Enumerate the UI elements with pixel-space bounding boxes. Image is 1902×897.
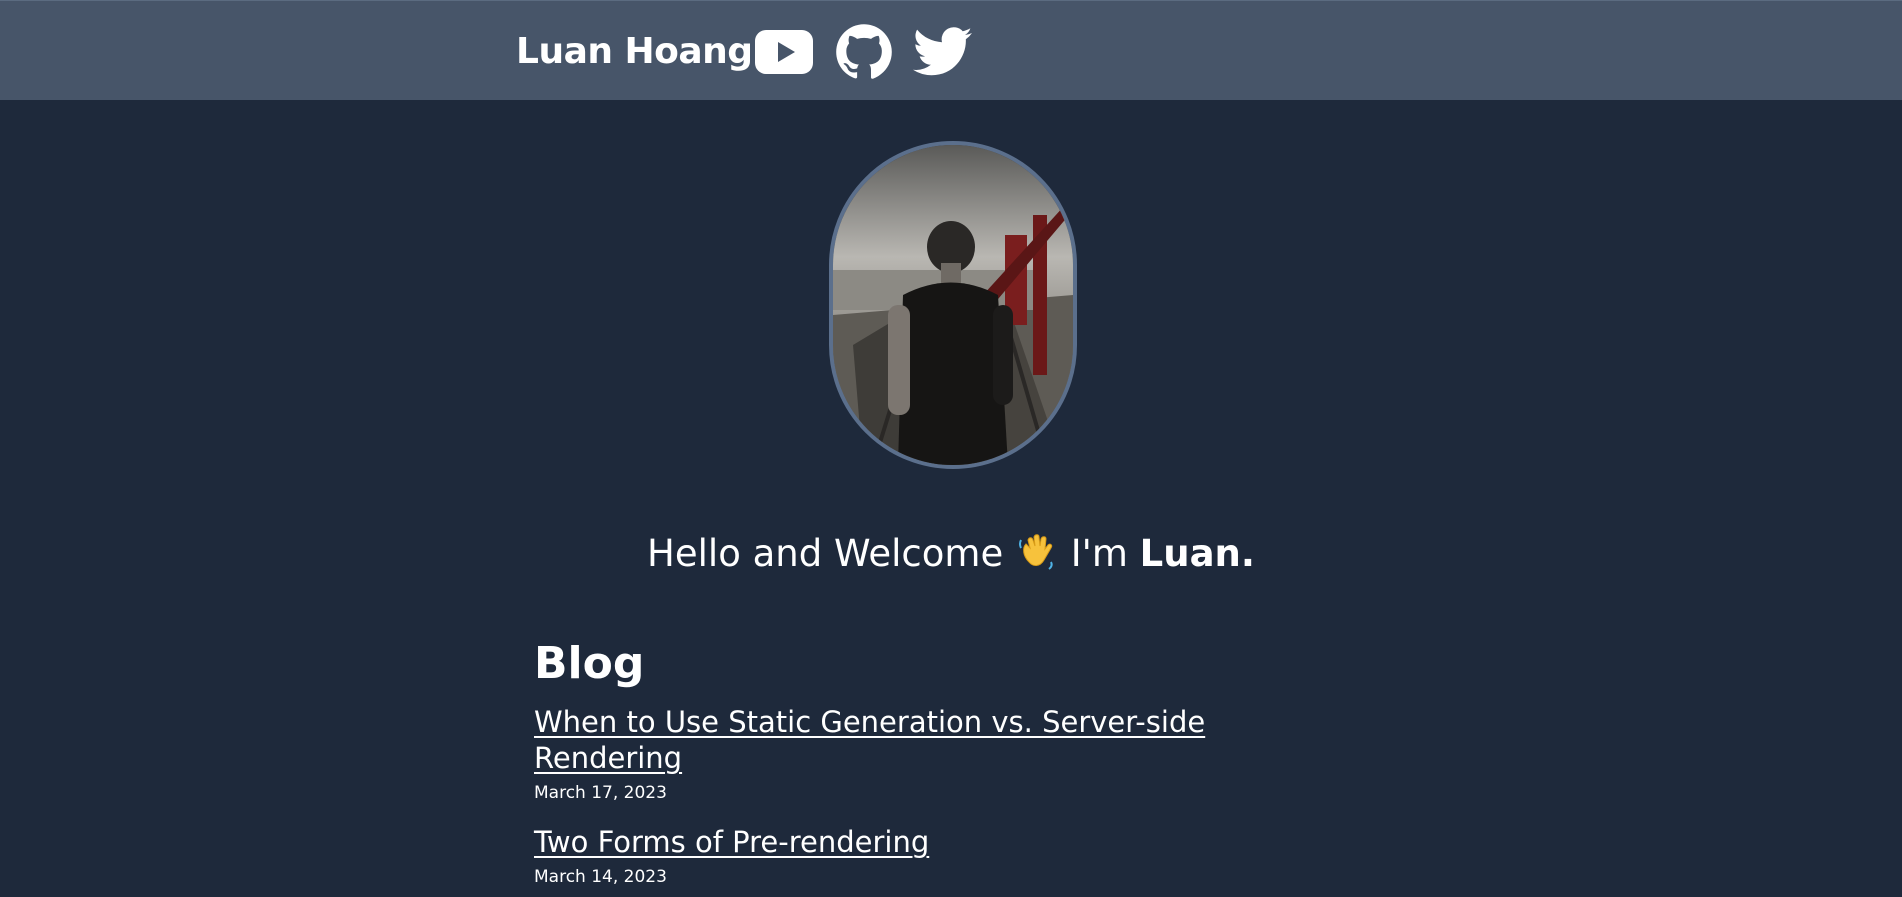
youtube-icon	[754, 30, 813, 74]
nav-bar: Luan Hoang	[516, 23, 973, 81]
brand-link[interactable]: Luan Hoang	[516, 34, 753, 70]
waving-hand-icon	[1018, 534, 1053, 570]
greeting-text: Hello and Welcome	[647, 532, 1004, 575]
profile-photo	[833, 145, 1073, 465]
list-item: Two Forms of Pre-rendering March 14, 202…	[534, 824, 1334, 888]
github-link[interactable]	[835, 23, 893, 81]
hero-greeting: Hello and Welcome I'm Luan.	[0, 530, 1902, 578]
name-text: Luan.	[1139, 532, 1255, 575]
site-header: Luan Hoang	[0, 0, 1902, 100]
list-item: When to Use Static Generation vs. Server…	[534, 704, 1334, 804]
social-links	[754, 23, 973, 81]
twitter-link[interactable]	[912, 26, 973, 78]
twitter-icon	[912, 27, 972, 76]
post-date: March 14, 2023	[534, 867, 667, 887]
blog-title: Blog	[534, 638, 645, 689]
im-text: I'm	[1070, 532, 1128, 575]
blog-section: Blog When to Use Static Generation vs. S…	[534, 636, 1334, 888]
post-link[interactable]: When to Use Static Generation vs. Server…	[534, 704, 1334, 776]
profile-avatar	[829, 141, 1077, 469]
youtube-link[interactable]	[754, 30, 813, 74]
post-date: March 17, 2023	[534, 783, 667, 803]
github-icon	[835, 24, 892, 79]
post-link[interactable]: Two Forms of Pre-rendering	[534, 824, 929, 860]
